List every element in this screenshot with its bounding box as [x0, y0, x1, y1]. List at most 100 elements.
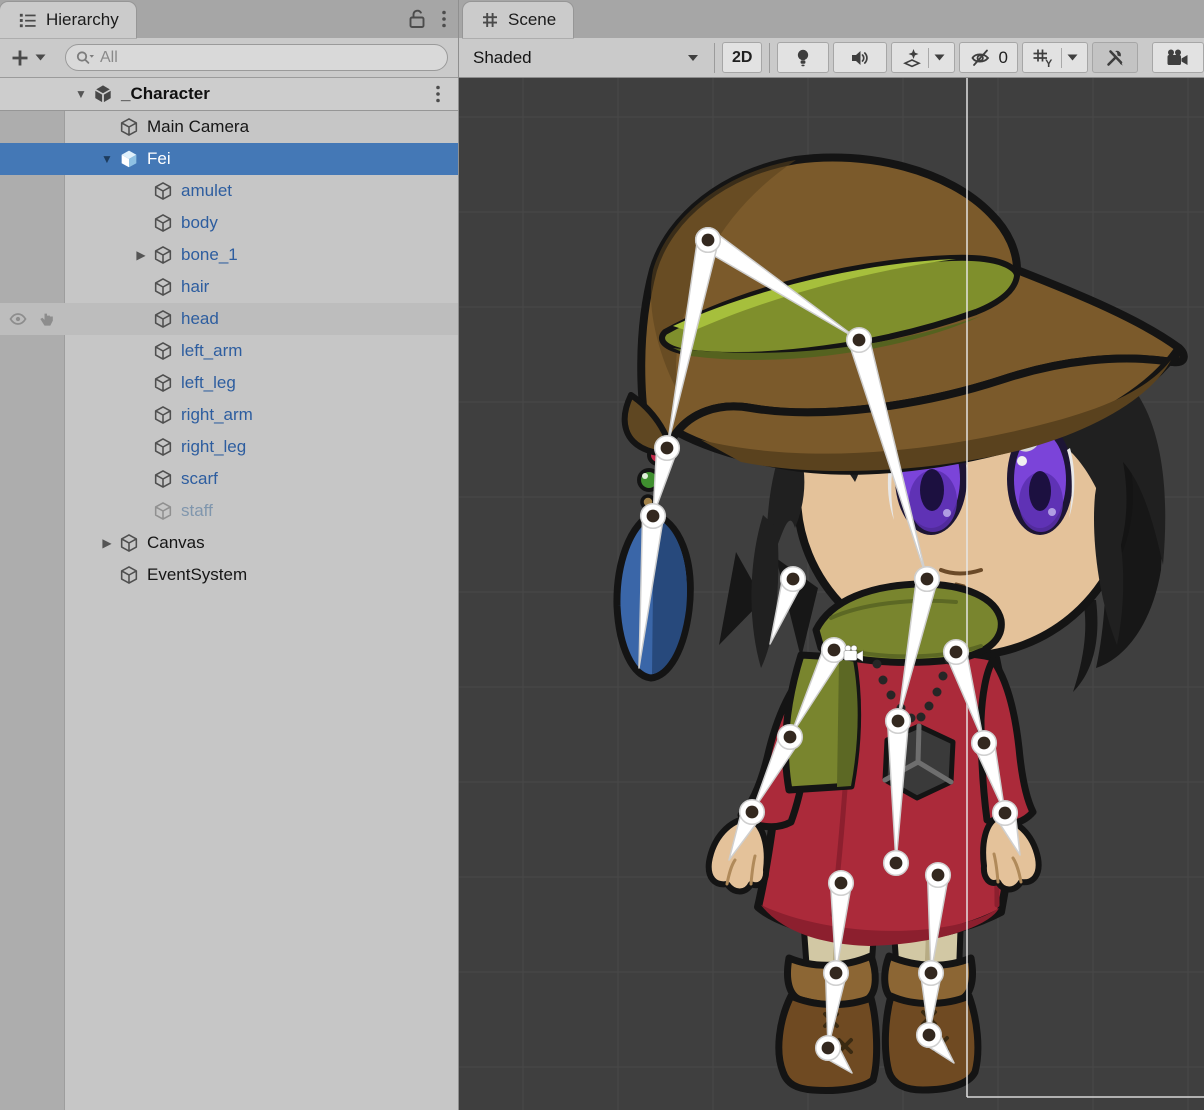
- item-label: head: [181, 309, 219, 329]
- button-divider: [1061, 48, 1062, 68]
- hierarchy-item-eventsystem[interactable]: EventSystem: [0, 559, 458, 591]
- grid-axis-icon: Y: [1032, 47, 1056, 69]
- draw-mode-label: Shaded: [473, 48, 532, 68]
- item-label: EventSystem: [147, 565, 247, 585]
- scene-toolbar: Shaded 2D: [459, 38, 1204, 78]
- camera-overlay-button[interactable]: [1152, 42, 1204, 73]
- item-label: bone_1: [181, 245, 238, 265]
- hidden-object-count: 0: [998, 48, 1007, 68]
- gameobject-cube-icon: [152, 180, 174, 202]
- hierarchy-item-left-arm[interactable]: left_arm: [0, 335, 458, 367]
- bone-joint-head[interactable]: [847, 328, 872, 353]
- gameobject-cube-icon: [152, 404, 174, 426]
- scene-panel: Scene Shaded 2D: [458, 0, 1204, 1110]
- bone-joint-right_arm[interactable]: [972, 731, 997, 756]
- item-label: right_leg: [181, 437, 246, 457]
- item-label: Fei: [147, 149, 171, 169]
- hierarchy-item-fei[interactable]: ▼ Fei: [0, 143, 458, 175]
- button-divider: [928, 48, 929, 68]
- bone-joint-left_leg[interactable]: [816, 1036, 841, 1061]
- item-label: amulet: [181, 181, 232, 201]
- bone-joint-left_arm[interactable]: [778, 725, 803, 750]
- scene-tabstrip: Scene: [459, 0, 1204, 38]
- gameobject-cube-icon: [152, 372, 174, 394]
- toolbar-separator: [714, 43, 715, 73]
- item-label: left_leg: [181, 373, 236, 393]
- grid-settings-button[interactable]: Y: [1022, 42, 1088, 73]
- hierarchy-item-amulet[interactable]: amulet: [0, 175, 458, 207]
- scene-options-icon[interactable]: [434, 82, 442, 106]
- hierarchy-search-field[interactable]: All: [65, 44, 448, 71]
- bone-joint-right_arm[interactable]: [944, 640, 969, 665]
- chevron-down-icon: [687, 54, 699, 62]
- pick-icon[interactable]: [37, 309, 57, 329]
- 2d-toggle-button[interactable]: 2D: [722, 42, 762, 73]
- search-placeholder: All: [100, 49, 118, 67]
- hierarchy-item-canvas[interactable]: ▶Canvas: [0, 527, 458, 559]
- hierarchy-item-main-camera[interactable]: Main Camera: [0, 111, 458, 143]
- chevron-down-icon: [1067, 54, 1078, 61]
- effects-toggle-button[interactable]: [891, 42, 955, 73]
- lighting-toggle-button[interactable]: [777, 42, 829, 73]
- bone-joint-spine[interactable]: [915, 567, 940, 592]
- gameobject-cube-icon: [152, 244, 174, 266]
- foldout-arrow-icon[interactable]: ▶: [130, 248, 152, 262]
- bone-joint-hat_tip[interactable]: [641, 504, 666, 529]
- foldout-arrow-icon[interactable]: ▼: [70, 87, 92, 101]
- item-label: left_arm: [181, 341, 242, 361]
- scene-header-row[interactable]: ▼ _Character: [0, 78, 458, 111]
- hierarchy-item-bone-1[interactable]: ▶ bone_1: [0, 239, 458, 271]
- bone-joint-spine[interactable]: [886, 709, 911, 734]
- create-menu-button[interactable]: [10, 48, 46, 68]
- foldout-arrow-icon[interactable]: ▼: [96, 152, 118, 166]
- plus-icon: [10, 48, 30, 68]
- hierarchy-item-left-leg[interactable]: left_leg: [0, 367, 458, 399]
- gameobject-cube-icon: [152, 212, 174, 234]
- scene-visibility-button[interactable]: 0: [959, 42, 1017, 73]
- hierarchy-item-scarf[interactable]: scarf: [0, 463, 458, 495]
- panel-menu-icon[interactable]: [440, 7, 448, 31]
- bone-joint-right_leg[interactable]: [926, 863, 951, 888]
- eye-icon[interactable]: [8, 309, 28, 329]
- hierarchy-item-hair[interactable]: hair: [0, 271, 458, 303]
- hierarchy-tabstrip: Hierarchy: [0, 0, 458, 38]
- hierarchy-item-right-arm[interactable]: right_arm: [0, 399, 458, 431]
- gameobject-cube-icon: [118, 532, 140, 554]
- video-camera-icon: [1165, 48, 1191, 68]
- speaker-icon: [849, 48, 871, 68]
- bone-joint-right_leg[interactable]: [917, 1023, 942, 1048]
- bone-joint-left_arm[interactable]: [822, 638, 847, 663]
- toolbar-separator: [769, 43, 770, 73]
- bone-joint-hat_tip[interactable]: [696, 228, 721, 253]
- gameobject-cube-icon: [152, 468, 174, 490]
- tab-scene[interactable]: Scene: [463, 2, 573, 38]
- bone-joint-left_leg[interactable]: [824, 961, 849, 986]
- bone-joint-right_arm[interactable]: [993, 801, 1018, 826]
- bone-joint-right_leg[interactable]: [919, 961, 944, 986]
- hierarchy-item-body[interactable]: body: [0, 207, 458, 239]
- bone-joint-hat_tip[interactable]: [655, 436, 680, 461]
- bone-joint-left_leg[interactable]: [829, 871, 854, 896]
- audio-toggle-button[interactable]: [833, 42, 887, 73]
- hierarchy-item-staff[interactable]: staff: [0, 495, 458, 527]
- unlock-icon[interactable]: [406, 7, 428, 31]
- lightbulb-icon: [793, 47, 813, 69]
- draw-mode-dropdown[interactable]: Shaded: [465, 48, 707, 68]
- scene-name: _Character: [121, 84, 210, 104]
- scene-viewport[interactable]: [459, 78, 1204, 1110]
- hierarchy-item-right-leg[interactable]: right_leg: [0, 431, 458, 463]
- gameobject-cube-icon: [152, 340, 174, 362]
- bone-joint-hair_strand[interactable]: [781, 567, 806, 592]
- scene-grid-icon: [480, 10, 500, 30]
- foldout-arrow-icon[interactable]: ▶: [96, 536, 118, 550]
- hierarchy-list-icon: [17, 10, 38, 31]
- tools-overlay-button[interactable]: [1092, 42, 1138, 73]
- hierarchy-panel: Hierarchy: [0, 0, 458, 1110]
- chevron-down-icon: [35, 54, 46, 61]
- tab-hierarchy[interactable]: Hierarchy: [0, 2, 136, 38]
- tools-icon: [1104, 47, 1126, 69]
- hierarchy-item-head[interactable]: head: [0, 303, 458, 335]
- row-visibility-toggles[interactable]: [8, 303, 57, 335]
- bone-joint-left_arm[interactable]: [740, 800, 765, 825]
- bone-joint-spine[interactable]: [884, 851, 909, 876]
